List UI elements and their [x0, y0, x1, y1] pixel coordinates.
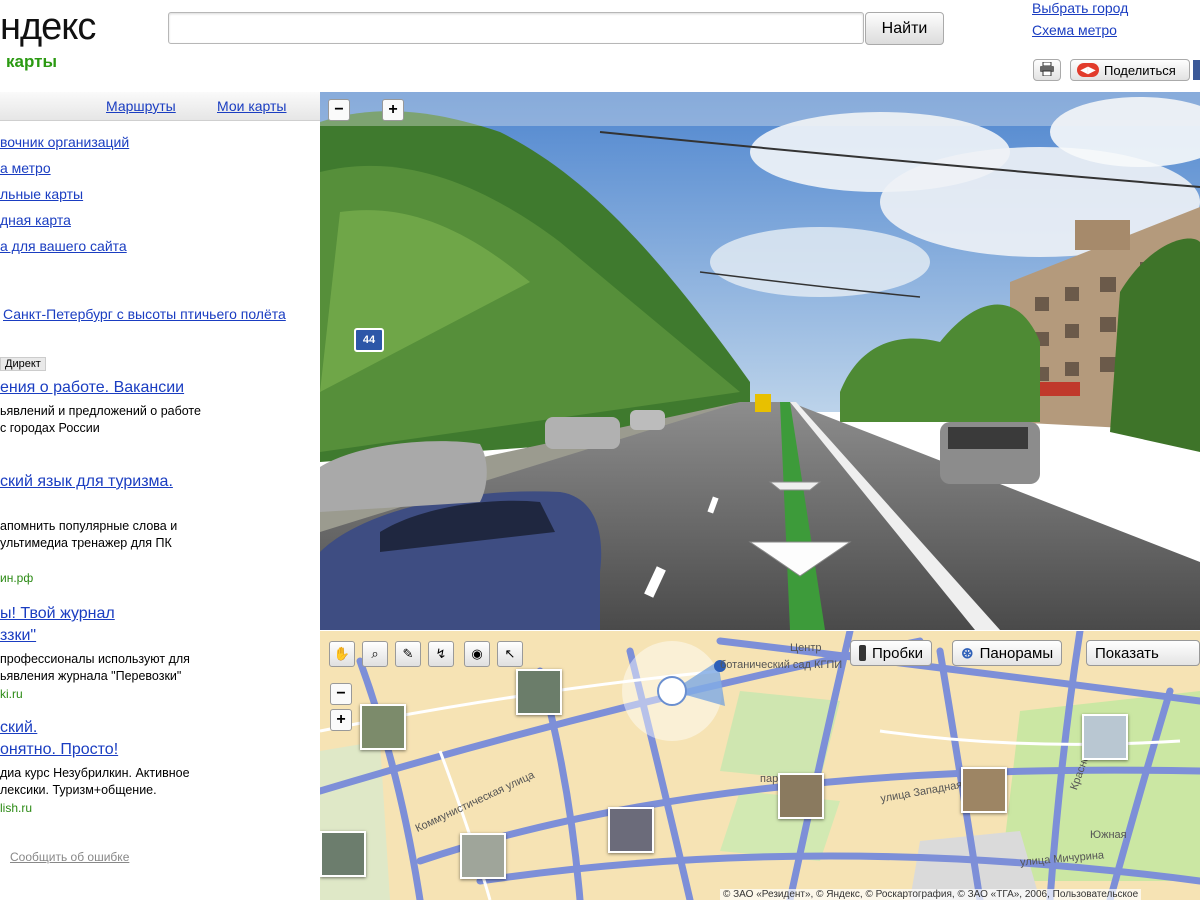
tab-my-maps[interactable]: Мои карты [217, 98, 287, 114]
direct-badge[interactable]: Директ [0, 357, 46, 371]
hand-icon: ✋ [333, 646, 351, 661]
sidebar-link-site-map[interactable]: а для вашего сайта [0, 238, 127, 254]
ad-text: диа курс Незубрилкин. Активное [0, 766, 190, 780]
show-layers-label: Показать [1095, 644, 1159, 662]
sidebar-link-metro[interactable]: а метро [0, 160, 51, 176]
ad-text: лексики. Туризм+общение. [0, 783, 157, 797]
photo-thumbnail[interactable] [460, 833, 506, 879]
route-icon: ↯ [435, 646, 447, 661]
map-street-label: ботанический сад КГПИ [720, 659, 843, 671]
map[interactable]: ботанический сад КГПИ улица Западная Ком… [320, 631, 1200, 900]
sidebar: Маршруты Мои карты вочник организаций а … [0, 92, 320, 900]
ad-domain[interactable]: ин.рф [0, 571, 33, 585]
share-label: Поделиться [1104, 62, 1176, 78]
street-panorama[interactable]: − + 44 [320, 92, 1200, 630]
tab-routes[interactable]: Маршруты [106, 98, 176, 114]
printer-icon [1039, 61, 1055, 79]
logo-subtitle: карты [6, 52, 57, 71]
sidebar-link-organizations[interactable]: вочник организаций [0, 134, 129, 150]
sidebar-tabs: Маршруты Мои карты [0, 92, 320, 121]
ad-text: ультимедиа тренажер для ПК [0, 536, 172, 550]
sidebar-link-regional-maps[interactable]: льные карты [0, 186, 83, 202]
search-button[interactable]: Найти [865, 12, 944, 45]
search-input[interactable] [168, 12, 864, 44]
photo-thumbnail[interactable] [778, 773, 824, 819]
spb-birdseye-link[interactable]: Санкт-Петербург с высоты птичьего полёта [3, 306, 286, 322]
map-street-label: Южная [1090, 829, 1127, 841]
ruler-icon: ✎ [402, 646, 414, 661]
photo-thumbnail[interactable] [320, 831, 366, 877]
print-button[interactable] [1033, 59, 1061, 81]
photo-thumbnail[interactable] [608, 807, 654, 853]
map-tool-ruler[interactable]: ✎ [395, 641, 421, 667]
panorama-image[interactable] [320, 92, 1200, 630]
panoramas-layer-label: Панорамы [979, 644, 1054, 662]
traffic-light-icon [859, 645, 866, 661]
ad-domain[interactable]: ki.ru [0, 687, 23, 701]
ad-title[interactable]: ения о работе. Вакансии [0, 379, 184, 397]
map-tool-hand[interactable]: ✋ [329, 641, 355, 667]
ad-text: апомнить популярные слова и [0, 519, 178, 533]
panoramas-layer-button[interactable]: ⊛ Панорамы [952, 640, 1063, 666]
map-tool-info[interactable]: ↖ [497, 641, 523, 667]
share-button[interactable]: ◀▶ Поделиться [1070, 59, 1190, 81]
sidebar-link-people-map[interactable]: дная карта [0, 212, 71, 228]
report-error-link[interactable]: Сообщить об ошибке [10, 850, 129, 864]
ad-text: с городах России [0, 421, 100, 435]
panorama-toolbar [320, 92, 1200, 126]
share-icon: ◀▶ [1077, 63, 1099, 77]
ad-text: ьявлений и предложений о работе [0, 404, 201, 418]
map-zoom-in-button[interactable]: + [330, 709, 352, 731]
choose-city-link[interactable]: Выбрать город [1032, 0, 1128, 16]
map-tool-route[interactable]: ↯ [428, 641, 454, 667]
ad-text: ьявления журнала "Перевозки" [0, 669, 182, 683]
panorama-zoom-in-button[interactable]: + [382, 99, 404, 121]
ad-title[interactable]: ский язык для туризма. [0, 473, 173, 491]
map-zoom-out-button[interactable]: − [330, 683, 352, 705]
ad-domain[interactable]: lish.ru [0, 801, 32, 815]
traffic-layer-label: Пробки [872, 644, 923, 662]
traffic-layer-button[interactable]: Пробки [850, 640, 932, 666]
panorama-tool-icon: ◉ [471, 646, 483, 661]
map-tool-panorama[interactable]: ◉ [464, 641, 490, 667]
photo-thumbnail[interactable] [1082, 714, 1128, 760]
metro-scheme-link[interactable]: Схема метро [1032, 22, 1117, 38]
ad-title[interactable]: онятно. Просто! [0, 741, 118, 759]
map-copyright: © ЗАО «Резидент», © Яндекс, © Роскартогр… [720, 889, 1142, 900]
cursor-info-icon: ↖ [504, 646, 516, 661]
photo-thumbnail[interactable] [516, 669, 562, 715]
map-street-label: Центр [790, 642, 822, 654]
panorama-zoom-out-button[interactable]: − [328, 99, 350, 121]
ad-text: профессионалы используют для [0, 652, 190, 666]
logo[interactable]: ндекс [0, 6, 96, 49]
photo-thumbnail[interactable] [360, 704, 406, 750]
ad-title[interactable]: ы! Твой журнал [0, 605, 115, 623]
photo-thumbnail[interactable] [961, 767, 1007, 813]
map-tool-zoom[interactable]: ⌕ [362, 641, 388, 667]
panorama-icon: ⊛ [961, 645, 974, 662]
magnifier-icon: ⌕ [371, 646, 379, 661]
ad-title[interactable]: ззки" [0, 627, 36, 645]
ad-title[interactable]: ский. [0, 719, 37, 737]
show-layers-button[interactable]: Показать [1086, 640, 1200, 666]
road-number-sign: 44 [354, 328, 384, 352]
facebook-button[interactable] [1193, 60, 1200, 80]
